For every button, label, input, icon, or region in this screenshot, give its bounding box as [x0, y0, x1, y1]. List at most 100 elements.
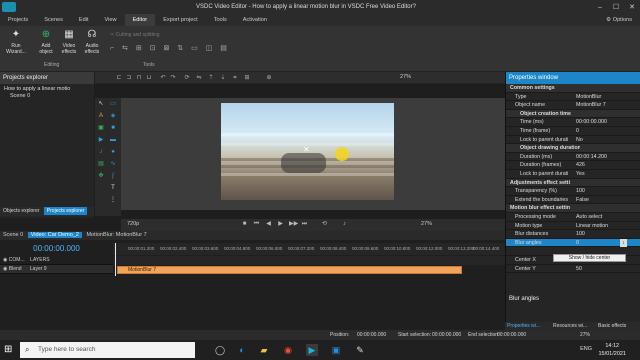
property-row[interactable]: Center Y 50: [506, 265, 640, 274]
show-hide-center-tooltip[interactable]: Show / hide center: [553, 254, 626, 262]
stepper-icon[interactable]: ↕: [620, 238, 627, 247]
next-frame-icon[interactable]: ⏭: [301, 221, 308, 228]
menu-export-project[interactable]: Export project: [155, 14, 206, 26]
property-row[interactable]: Time (ms) 00:00:00.000: [506, 118, 640, 127]
layer-down-icon[interactable]: ⇣: [219, 74, 227, 82]
property-row[interactable]: Lock to parent durati No: [506, 136, 640, 145]
rectangle-icon[interactable]: ■: [109, 124, 117, 132]
dots-icon[interactable]: ⋮: [109, 196, 117, 204]
sprite-tool-icon[interactable]: ◈: [109, 112, 117, 120]
audio-effects-button[interactable]: ☊ Audio effects: [80, 28, 104, 55]
taskbar-search-box[interactable]: ⌕ Type here to search: [20, 342, 195, 358]
text-t-icon[interactable]: T: [109, 184, 117, 192]
resolution-select[interactable]: 720p: [127, 221, 139, 227]
prev-frame-icon[interactable]: ⏮: [253, 221, 260, 228]
tab-resources-window[interactable]: Resources wi...: [553, 322, 587, 331]
menu-projects[interactable]: Projects: [0, 14, 36, 26]
loop-icon[interactable]: ⟲: [321, 221, 328, 228]
grid-icon[interactable]: ⊞: [243, 74, 251, 82]
track-row[interactable]: ◉ COM... LAYERS: [0, 256, 113, 265]
align-left-icon[interactable]: ⊏: [115, 74, 123, 82]
property-value[interactable]: 100: [576, 187, 585, 196]
tab-scene-0[interactable]: Scene 0: [0, 232, 26, 238]
chrome-icon[interactable]: ◉: [282, 344, 294, 356]
video-effects-button[interactable]: ▦ Video effects: [57, 28, 81, 55]
property-section[interactable]: Common settings: [506, 84, 640, 93]
tab-motionblur[interactable]: MotionBlur: MotionBlur 7: [83, 232, 149, 238]
pin-icon[interactable]: ✎: [354, 344, 366, 356]
curve-icon[interactable]: ∫: [109, 172, 117, 180]
crop-icon[interactable]: ⌗: [231, 74, 239, 82]
align-right-icon[interactable]: ⊓: [135, 74, 143, 82]
tab-video-car-demo[interactable]: Video: Car Demo_2: [27, 232, 82, 238]
property-value[interactable]: No: [576, 136, 583, 145]
property-value[interactable]: MotionBlur: [576, 93, 601, 102]
rotate-icon[interactable]: ⟳: [183, 74, 191, 82]
property-value[interactable]: Yes: [576, 170, 585, 179]
ellipse-icon[interactable]: ●: [109, 148, 117, 156]
property-section[interactable]: Object drawing duration: [506, 144, 640, 153]
property-row[interactable]: Object name MotionBlur 7: [506, 101, 640, 110]
snap-icon[interactable]: ⊕: [265, 74, 273, 82]
undo-icon[interactable]: ↶: [159, 74, 167, 82]
task-view-icon[interactable]: ◯: [214, 344, 226, 356]
windows-start-icon[interactable]: ⊞: [4, 345, 14, 355]
tray-language[interactable]: ENG: [580, 346, 592, 352]
subtitle-icon[interactable]: ▬: [109, 136, 117, 144]
menu-activation[interactable]: Activation: [235, 14, 275, 26]
minimize-icon[interactable]: –: [592, 4, 608, 11]
add-object-button[interactable]: ⊕ Add object: [34, 28, 58, 55]
property-value[interactable]: 00:00:00.000: [576, 118, 607, 127]
forward-icon[interactable]: ▶▶: [289, 221, 298, 228]
timeline-zoom[interactable]: 27%: [421, 221, 432, 227]
property-row[interactable]: Duration (frames) 426: [506, 161, 640, 170]
play-icon[interactable]: ▶: [277, 221, 284, 228]
chart-tool-icon[interactable]: ▤: [97, 160, 105, 168]
menu-editor[interactable]: Editor: [124, 14, 156, 26]
tree-item-project[interactable]: How to apply a linear motio: [4, 86, 90, 93]
video-tool-icon[interactable]: ▶: [97, 136, 105, 144]
tab-basic-effects[interactable]: Basic effects: [598, 322, 626, 331]
close-icon[interactable]: ✕: [624, 3, 640, 11]
run-wizard-button[interactable]: ✦ Run Wizard...: [4, 28, 28, 55]
property-value[interactable]: MotionBlur 7: [576, 101, 606, 110]
maximize-icon[interactable]: ☐: [608, 3, 624, 11]
property-value[interactable]: 100: [576, 230, 585, 239]
timeline-clip[interactable]: MotionBlur 7: [117, 266, 462, 274]
volume-icon[interactable]: ♪: [341, 221, 348, 228]
center-cross-icon[interactable]: ✕: [303, 145, 310, 154]
pointer-icon[interactable]: ↖: [97, 100, 105, 108]
text-tool-icon[interactable]: A: [97, 112, 105, 120]
property-row[interactable]: Blur angles 0 ↕: [506, 238, 640, 248]
tree-item-scene[interactable]: Scene 0: [4, 93, 90, 100]
image-tool-icon[interactable]: ▣: [97, 124, 105, 132]
property-value[interactable]: 50: [576, 265, 582, 274]
track-row[interactable]: ◉ Blend Layer 9: [0, 265, 113, 274]
distribute-icon[interactable]: ⊔: [145, 74, 153, 82]
property-value[interactable]: 426: [576, 161, 585, 170]
layers-track-lane[interactable]: [113, 256, 505, 265]
property-row[interactable]: Time (frame) 0: [506, 127, 640, 136]
property-row[interactable]: Extend the boundaries False: [506, 196, 640, 205]
menu-view[interactable]: View: [97, 14, 125, 26]
edge-icon[interactable]: ◐: [236, 344, 248, 356]
property-value[interactable]: 0: [576, 127, 579, 136]
system-clock[interactable]: 14:12 15/01/2021: [598, 342, 626, 358]
flip-icon[interactable]: ⇋: [195, 74, 203, 82]
options-button[interactable]: ⚙ Options: [606, 17, 640, 23]
align-center-icon[interactable]: ⊐: [125, 74, 133, 82]
redo-icon[interactable]: ↷: [169, 74, 177, 82]
vsdc-icon[interactable]: ▶: [306, 344, 318, 356]
property-row[interactable]: Type MotionBlur: [506, 93, 640, 102]
property-row[interactable]: Lock to parent durati Yes: [506, 170, 640, 179]
playhead[interactable]: [115, 243, 116, 276]
menu-scenes[interactable]: Scenes: [36, 14, 71, 26]
menu-edit[interactable]: Edit: [71, 14, 97, 26]
property-row[interactable]: Blur distances 100: [506, 230, 640, 239]
property-section[interactable]: Adjustments effect settings: [506, 178, 640, 188]
tab-objects-explorer[interactable]: Objects explorer: [0, 207, 42, 215]
layer-up-icon[interactable]: ⇡: [207, 74, 215, 82]
property-value[interactable]: Auto select: [576, 213, 602, 222]
property-value[interactable]: Linear motion: [576, 222, 608, 231]
rewind-icon[interactable]: ◀: [265, 221, 272, 228]
